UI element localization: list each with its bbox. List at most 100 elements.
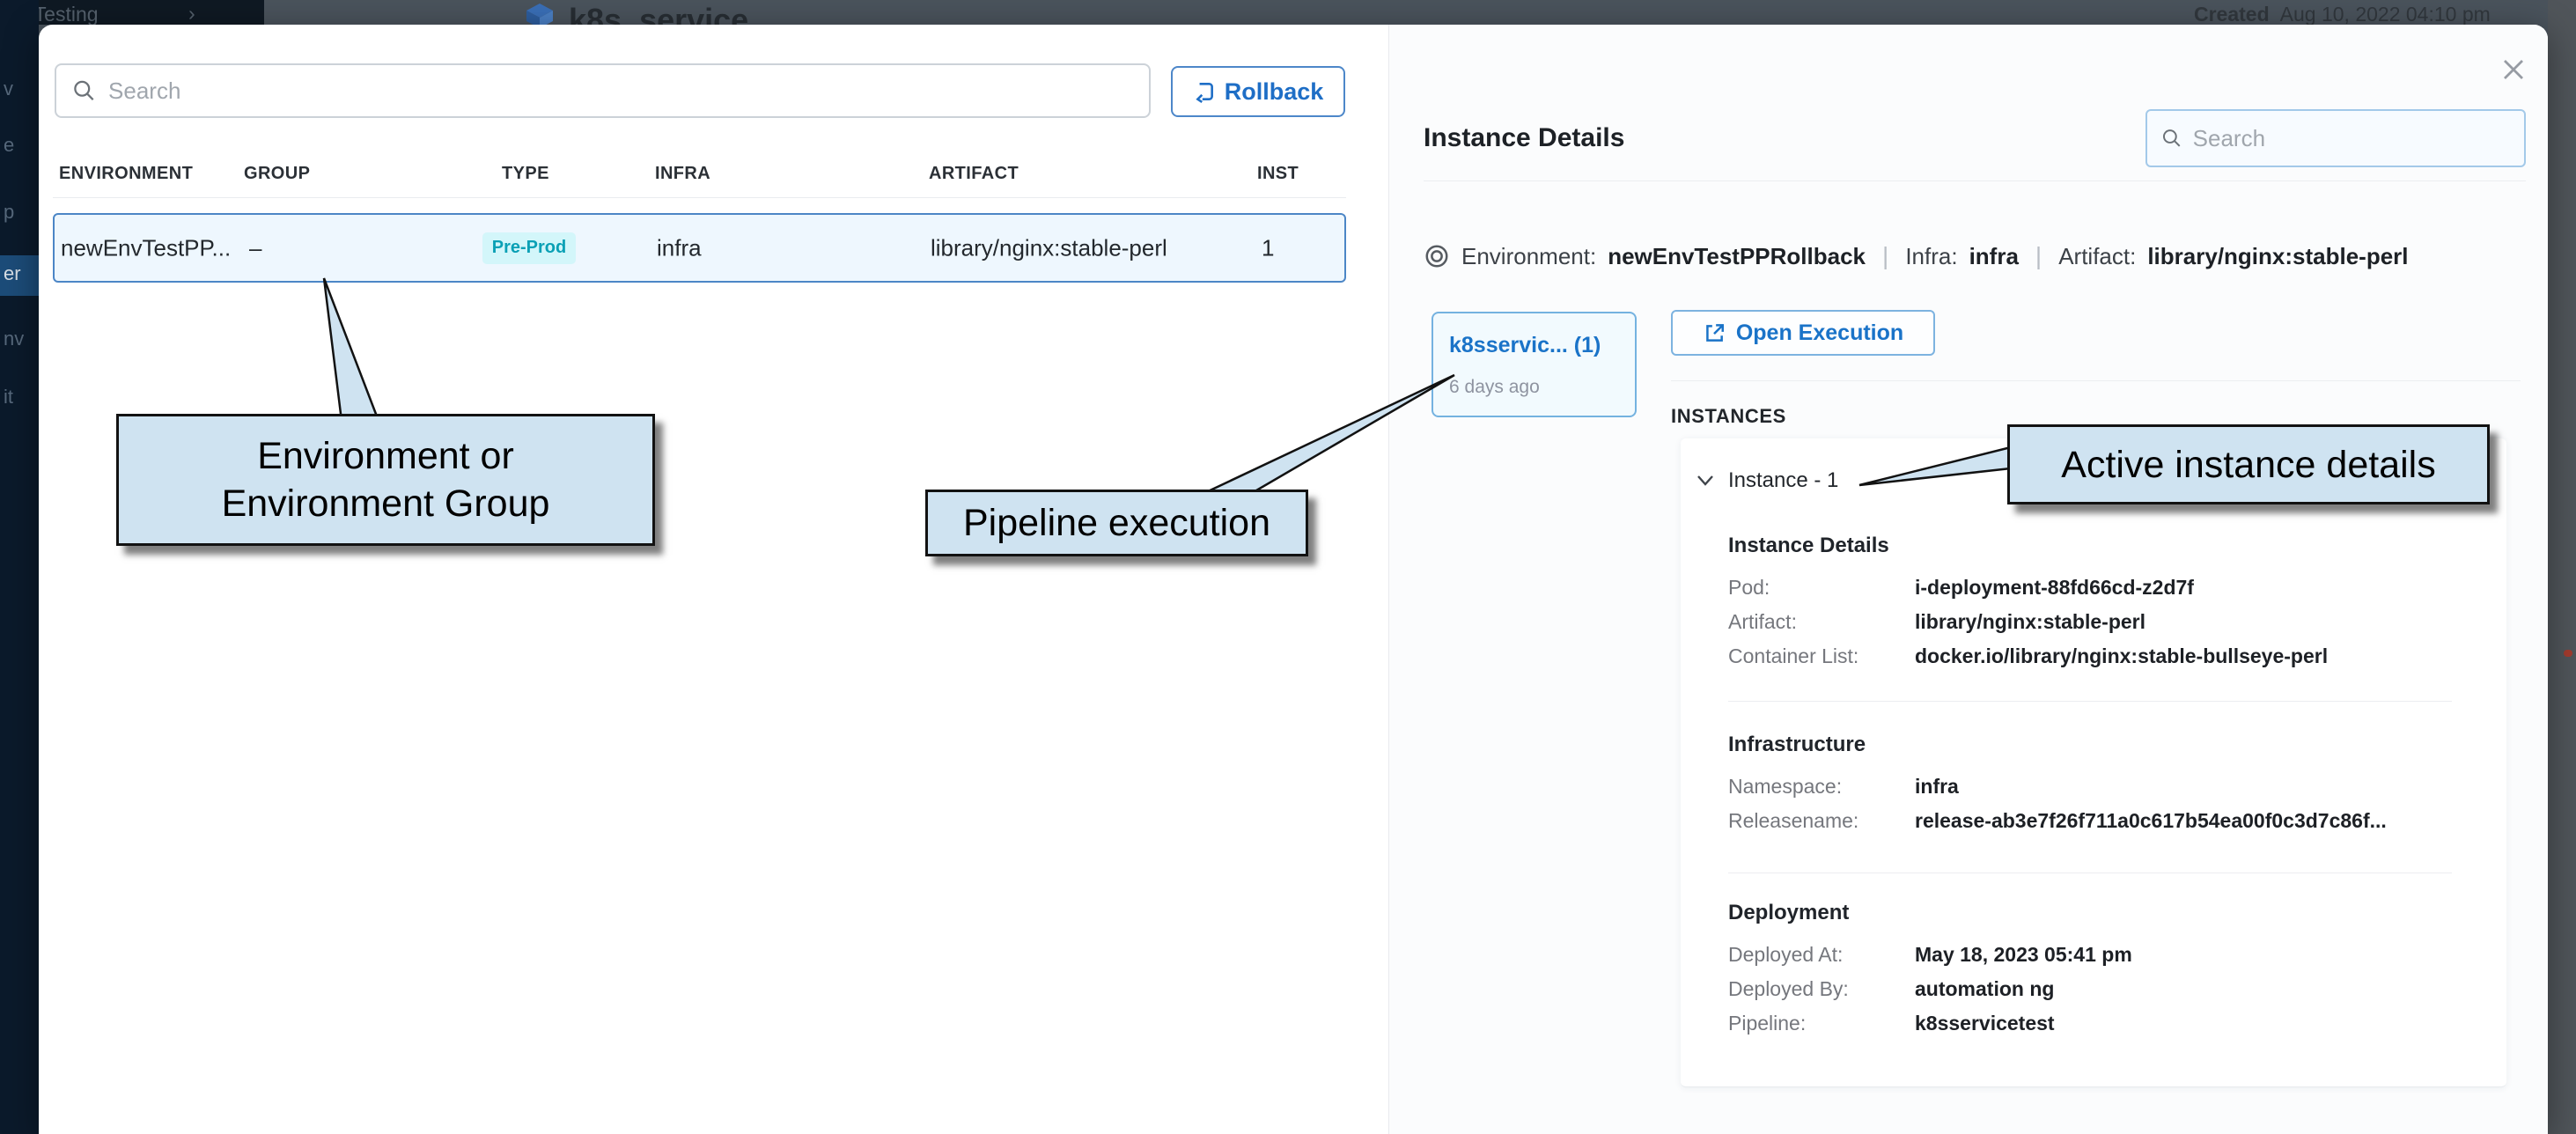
instances-divider [1671, 380, 2521, 381]
pipeline-execution-card[interactable]: k8sservic... (1) 6 days ago [1432, 312, 1637, 417]
artifact-value: library/nginx:stable-perl [2147, 243, 2408, 270]
detail-value: release-ab3e7f26f711a0c617b54ea00f0c3d7c… [1915, 809, 2387, 832]
open-execution-label: Open Execution [1736, 320, 1903, 346]
detail-value: i-deployment-88fd66cd-z2d7f [1915, 576, 2194, 599]
detail-value: library/nginx:stable-perl [1915, 610, 2145, 633]
callout-text: Environment Group [222, 480, 550, 527]
detail-value: docker.io/library/nginx:stable-bullseye-… [1915, 644, 2328, 667]
detail-label: Deployed At: [1728, 938, 1915, 972]
column-header-inst: INST [1257, 164, 1299, 184]
sidebar-item[interactable]: nv [4, 328, 24, 350]
environment-value: newEnvTestPPRollback [1608, 243, 1866, 270]
rollback-icon [1193, 80, 1216, 103]
sidebar-item[interactable]: v [4, 77, 13, 100]
created-label: Created [2194, 3, 2270, 25]
instance-details-section: Instance Details Pod:i-deployment-88fd66… [1728, 534, 2459, 674]
detail-row: Pipeline:k8sservicetest [1728, 1006, 2459, 1041]
background-right-strip [2548, 0, 2576, 1134]
detail-label: Namespace: [1728, 770, 1915, 804]
detail-row: Namespace:infra [1728, 770, 2459, 804]
infra-label: Infra: [1905, 243, 1957, 270]
detail-label: Releasename: [1728, 804, 1915, 838]
column-header-artifact: ARTIFACT [929, 164, 1019, 184]
column-header-environment: ENVIRONMENT [59, 164, 193, 184]
row-group: – [249, 234, 261, 261]
created-timestamp: Created Aug 10, 2022 04:10 pm [2194, 3, 2491, 25]
open-execution-button[interactable]: Open Execution [1671, 310, 1935, 356]
rollback-button[interactable]: Rollback [1171, 66, 1345, 117]
section-heading: Infrastructure [1728, 733, 2459, 757]
deployment-summary-line: Environment: newEnvTestPPRollback | Infr… [1424, 236, 2409, 276]
detail-row: Deployed At:May 18, 2023 05:41 pm [1728, 938, 2459, 972]
instance-details-panel: Instance Details Environment: newEnvTest… [1388, 25, 2548, 1134]
divider: | [1882, 242, 1888, 270]
execution-time: 6 days ago [1449, 377, 1540, 398]
search-icon [72, 78, 96, 103]
page-title: k8s_service [569, 2, 748, 25]
search-icon [2161, 127, 2182, 150]
deployment-section: Deployment Deployed At:May 18, 2023 05:4… [1728, 901, 2459, 1041]
detail-row: Deployed By:automation ng [1728, 972, 2459, 1006]
detail-row: Container List:docker.io/library/nginx:s… [1728, 639, 2459, 674]
section-heading: Instance Details [1728, 534, 2459, 558]
close-icon[interactable] [2493, 49, 2534, 90]
callout-text: Environment or [257, 432, 514, 480]
table-header-divider [53, 197, 1346, 198]
table-header-row: ENVIRONMENT GROUP TYPE INFRA ARTIFACT IN… [53, 157, 1346, 188]
search-input[interactable] [2193, 125, 2510, 152]
detail-value: k8sservicetest [1915, 1012, 2055, 1035]
instance-card: Instance - 1 Instance Details Pod:i-depl… [1681, 438, 2506, 1087]
detail-label: Pod: [1728, 571, 1915, 605]
column-header-group: GROUP [244, 164, 310, 184]
detail-row: Releasename:release-ab3e7f26f711a0c617b5… [1728, 804, 2459, 838]
environment-label: Environment: [1461, 243, 1596, 270]
environment-table-row-selected[interactable]: newEnvTestPP... – Pre-Prod infra library… [53, 213, 1346, 283]
column-header-type: TYPE [502, 164, 549, 184]
service-cube-icon [525, 2, 555, 25]
column-header-infra: INFRA [655, 164, 710, 184]
breadcrumb: H -Testing › [0, 0, 264, 25]
service-title-group: k8s_service [525, 2, 748, 25]
detail-value: May 18, 2023 05:41 pm [1915, 943, 2132, 966]
detail-row: Pod:i-deployment-88fd66cd-z2d7f [1728, 571, 2459, 605]
instances-section-label: INSTANCES [1671, 405, 1786, 428]
sidebar-item[interactable]: p [4, 201, 14, 224]
environment-search-field[interactable] [55, 63, 1151, 118]
external-link-icon [1703, 321, 1726, 344]
detail-row: Artifact:library/nginx:stable-perl [1728, 605, 2459, 639]
detail-label: Artifact: [1728, 605, 1915, 639]
section-heading: Deployment [1728, 901, 2459, 925]
rollback-instances-modal: Rollback ENVIRONMENT GROUP TYPE INFRA AR… [39, 25, 2548, 1134]
pre-prod-badge: Pre-Prod [482, 232, 576, 264]
created-value: Aug 10, 2022 04:10 pm [2280, 3, 2491, 25]
callout-text: Active instance details [2061, 441, 2435, 489]
detail-label: Deployed By: [1728, 972, 1915, 1006]
detail-label: Container List: [1728, 639, 1915, 674]
row-infra: infra [657, 234, 702, 261]
breadcrumb-arrow-icon: › [188, 2, 195, 25]
row-inst-count: 1 [1262, 234, 1274, 261]
environment-icon [1424, 243, 1450, 269]
sidebar-item-label: er [4, 262, 21, 285]
execution-name: k8sservic... (1) [1449, 333, 1601, 358]
instance-search-field[interactable] [2145, 109, 2526, 167]
sidebar-item[interactable]: it [4, 386, 13, 409]
section-divider [1728, 701, 2452, 702]
callout-pipeline-execution: Pipeline execution [925, 490, 1308, 556]
search-input[interactable] [108, 77, 1133, 105]
callout-active-instance: Active instance details [2007, 424, 2490, 504]
instance-title: Instance - 1 [1728, 468, 1838, 493]
callout-text: Pipeline execution [963, 499, 1270, 547]
detail-label: Pipeline: [1728, 1006, 1915, 1041]
sidebar-item[interactable]: e [4, 134, 14, 157]
instance-expand-toggle[interactable]: Instance - 1 [1696, 468, 1838, 493]
infra-value: infra [1969, 243, 2019, 270]
background-artifact-dot [2564, 650, 2572, 657]
app-top-header: k8s_service Created Aug 10, 2022 04:10 pm [0, 0, 2576, 25]
detail-value: automation ng [1915, 977, 2054, 1000]
divider: | [2035, 242, 2042, 270]
sidebar-item-active[interactable]: er [0, 255, 39, 296]
panel-title: Instance Details [1424, 123, 1624, 153]
detail-value: infra [1915, 775, 1959, 798]
callout-environment: Environment or Environment Group [116, 414, 655, 546]
